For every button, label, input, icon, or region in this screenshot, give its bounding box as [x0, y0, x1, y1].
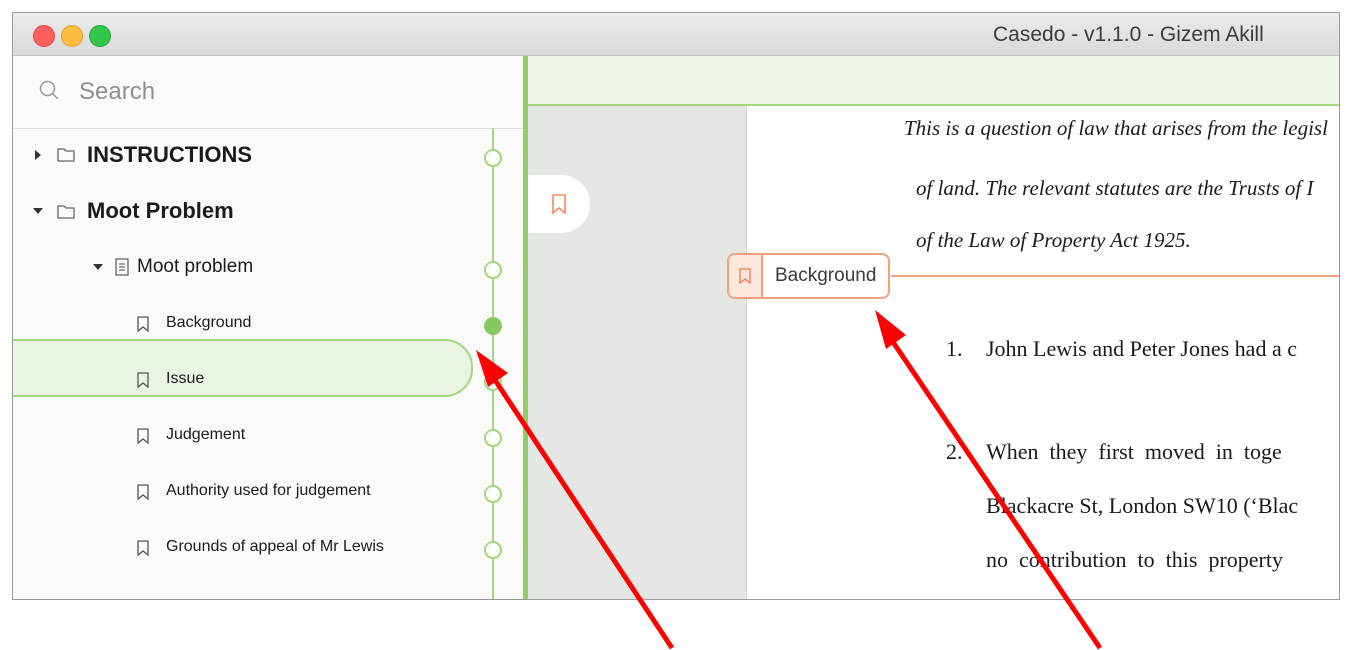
annotation-arrows — [476, 310, 1103, 650]
arrow-to-timeline-node — [476, 350, 675, 650]
arrow-to-bookmark-marker — [875, 310, 1103, 650]
arrowhead-icon — [875, 310, 906, 349]
arrowhead-icon — [476, 350, 508, 387]
